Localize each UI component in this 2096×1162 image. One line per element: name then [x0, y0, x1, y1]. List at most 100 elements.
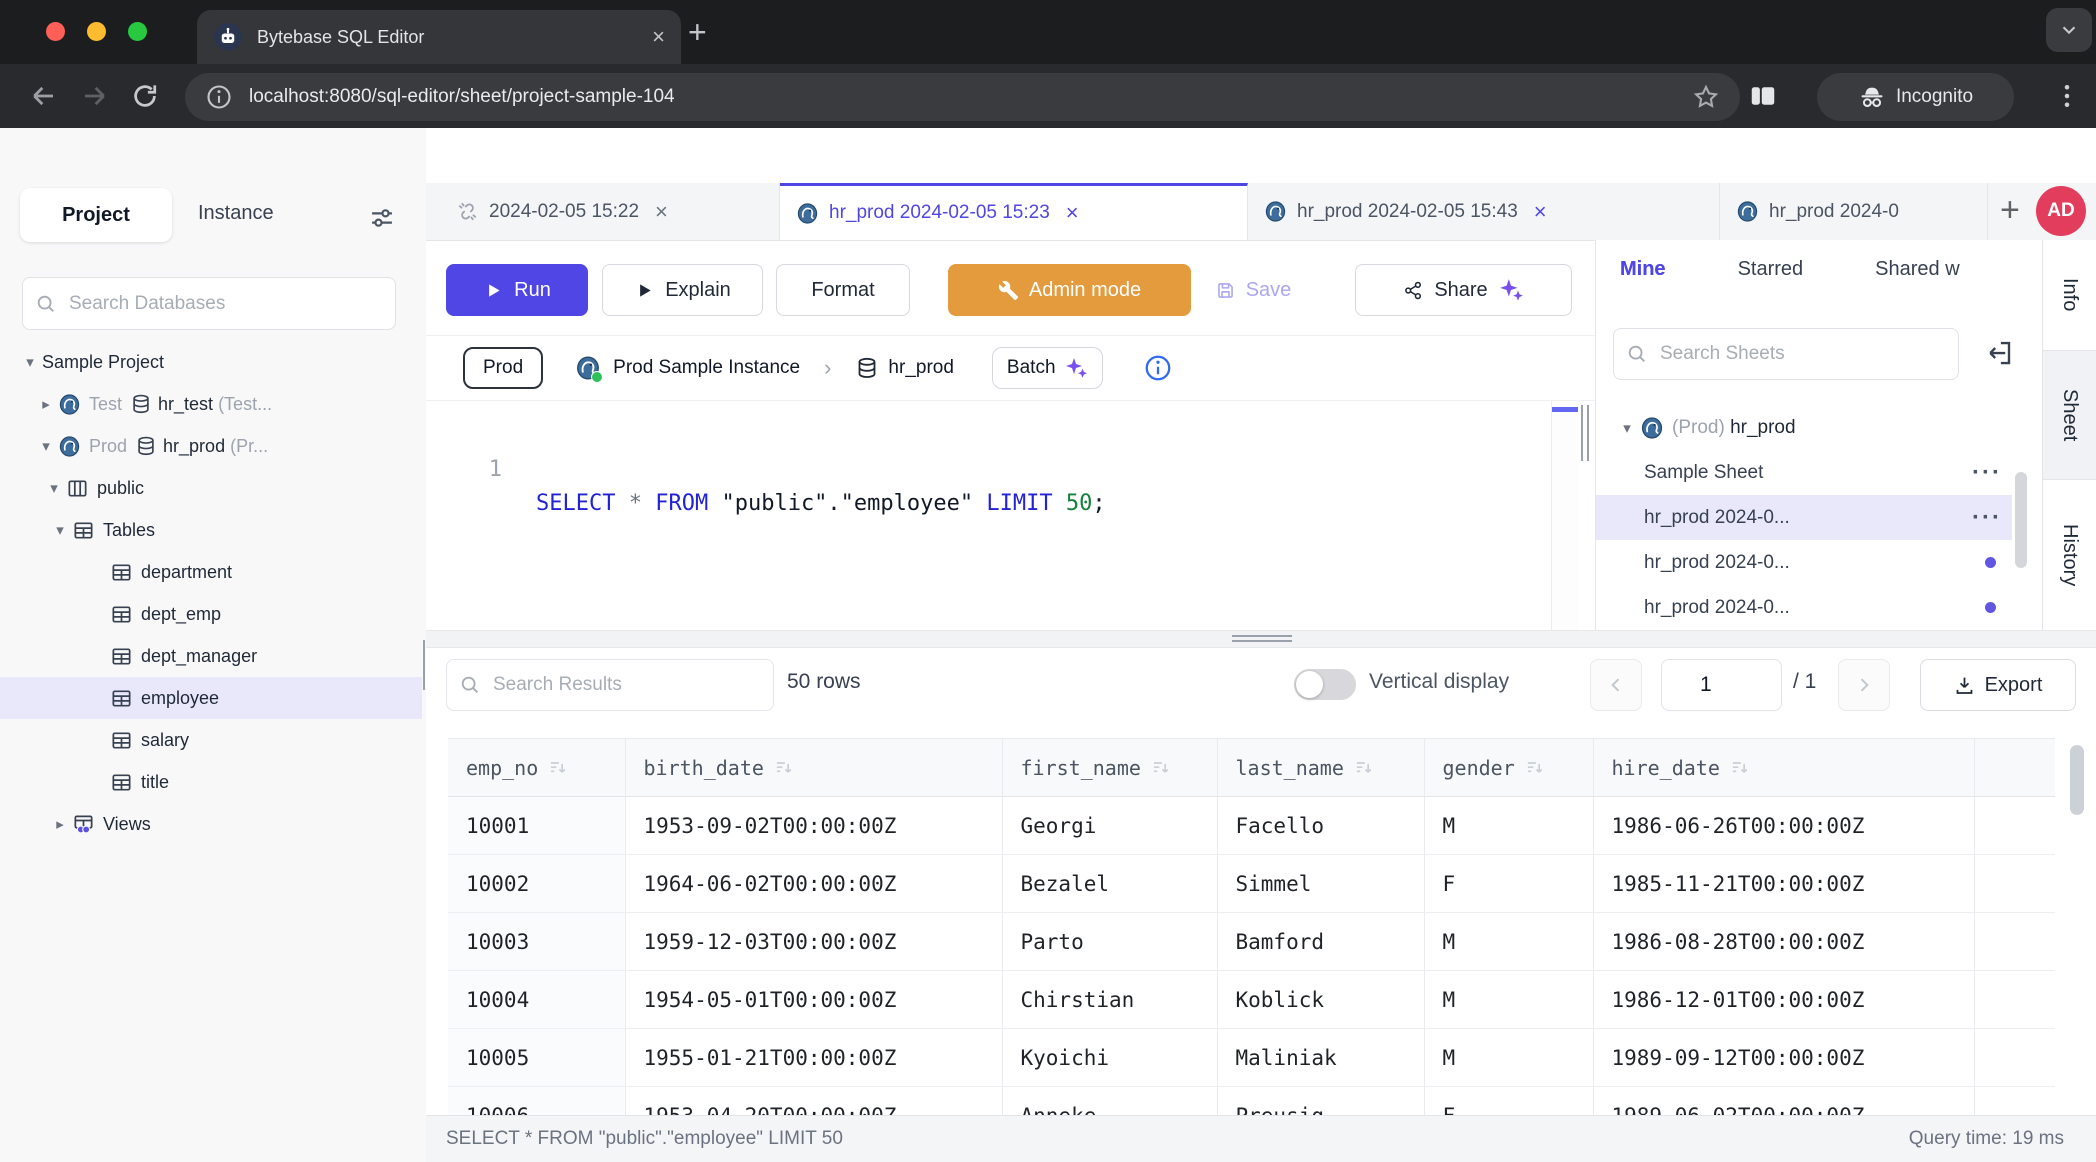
caret-down-icon[interactable]: ▾	[1614, 419, 1640, 437]
column-header-hire-date[interactable]: hire_date	[1593, 739, 1974, 797]
sheet-tab-shared-w[interactable]: Shared w	[1875, 258, 1960, 295]
table-cell[interactable]: Anneke	[1002, 1087, 1217, 1116]
table-cell[interactable]: Maliniak	[1217, 1029, 1424, 1087]
side-tab-info[interactable]: Info	[2043, 240, 2096, 350]
table-cell[interactable]: 1955-01-21T00:00:00Z	[625, 1029, 1002, 1087]
avatar[interactable]: AD	[2036, 186, 2086, 236]
table-cell[interactable]: M	[1424, 797, 1593, 855]
sheet-tab-starred[interactable]: Starred	[1738, 258, 1804, 295]
side-panel-icon[interactable]	[1748, 81, 1778, 111]
table-cell[interactable]: 1989-06-02T00:00:00Z	[1593, 1087, 1974, 1116]
editor-sheet-tab[interactable]: 2024-02-05 15:22 ×	[440, 183, 780, 240]
tree-item-hr-prod[interactable]: ▾ Prod hr_prod (Pr...	[0, 425, 422, 467]
caret-down-icon[interactable]: ▾	[34, 437, 58, 455]
reload-icon[interactable]	[130, 81, 160, 111]
table-cell[interactable]: 1953-09-02T00:00:00Z	[625, 797, 1002, 855]
table-cell[interactable]: M	[1424, 971, 1593, 1029]
explain-button[interactable]: Explain	[602, 264, 763, 316]
column-header-last-name[interactable]: last_name	[1217, 739, 1424, 797]
table-cell[interactable]: Koblick	[1217, 971, 1424, 1029]
tree-item-hr-test[interactable]: ▸ Test hr_test (Test...	[0, 383, 422, 425]
table-cell[interactable]: F	[1424, 1087, 1593, 1116]
window-close-button[interactable]	[46, 22, 65, 41]
results-search[interactable]	[446, 659, 774, 711]
tab-overview-button[interactable]	[2046, 8, 2092, 52]
table-cell[interactable]: Facello	[1217, 797, 1424, 855]
instance-name[interactable]: Prod Sample Instance	[613, 357, 800, 379]
sql-code-editor[interactable]: 1 SELECT * FROM "public"."employee" LIMI…	[426, 400, 1595, 631]
filter-settings-icon[interactable]	[368, 204, 396, 232]
tree-item-views[interactable]: ▸ Views	[0, 803, 422, 845]
table-cell[interactable]: 1953-04-20T00:00:00Z	[625, 1087, 1002, 1116]
tab-project[interactable]: Project	[20, 188, 172, 242]
editor-sheet-tab[interactable]: hr_prod 2024-02-05 15:43 ×	[1248, 183, 1720, 240]
panel-resize-handle[interactable]	[1581, 405, 1589, 461]
page-number-input[interactable]	[1661, 659, 1782, 711]
table-cell[interactable]: M	[1424, 913, 1593, 971]
save-button[interactable]: Save	[1194, 264, 1312, 316]
format-button[interactable]: Format	[776, 264, 910, 316]
share-button[interactable]: Share	[1355, 264, 1572, 316]
database-search[interactable]	[22, 277, 396, 330]
table-cell[interactable]: Chirstian	[1002, 971, 1217, 1029]
column-header-birth-date[interactable]: birth_date	[625, 739, 1002, 797]
tab-instance[interactable]: Instance	[198, 202, 274, 225]
table-cell[interactable]: M	[1424, 1029, 1593, 1087]
results-scrollbar-thumb[interactable]	[2070, 745, 2084, 815]
tree-item-dept-manager[interactable]: dept_manager	[0, 635, 422, 677]
new-sheet-tab-button[interactable]: +	[2000, 191, 2020, 230]
browser-menu-icon[interactable]	[2052, 81, 2082, 111]
table-cell[interactable]: 1986-12-01T00:00:00Z	[1593, 971, 1974, 1029]
search-databases-input[interactable]	[67, 292, 383, 316]
sheet-item-hr-prod-2024-0[interactable]: hr_prod 2024-0...	[1596, 585, 2012, 630]
info-icon[interactable]	[1143, 353, 1173, 383]
table-cell[interactable]: 1964-06-02T00:00:00Z	[625, 855, 1002, 913]
column-header-gender[interactable]: gender	[1424, 739, 1593, 797]
table-cell[interactable]: 10003	[448, 913, 625, 971]
sheet-item-hr-prod-2024-0[interactable]: hr_prod 2024-0... ···	[1596, 495, 2012, 540]
tree-item-public[interactable]: ▾ public	[0, 467, 422, 509]
table-row[interactable]: 100021964-06-02T00:00:00ZBezalelSimmelF1…	[448, 855, 2055, 913]
window-minimize-button[interactable]	[87, 22, 106, 41]
window-zoom-button[interactable]	[128, 22, 147, 41]
table-row[interactable]: 100041954-05-01T00:00:00ZChirstianKoblic…	[448, 971, 2055, 1029]
batch-button[interactable]: Batch	[992, 347, 1103, 389]
column-header-emp-no[interactable]: emp_no	[448, 739, 625, 797]
prev-page-button[interactable]	[1590, 659, 1642, 711]
database-name[interactable]: hr_prod	[888, 357, 954, 379]
sheet-tab-mine[interactable]: Mine	[1620, 258, 1666, 295]
close-icon[interactable]: ×	[655, 199, 668, 225]
import-sheet-icon[interactable]	[1984, 338, 2014, 368]
table-cell[interactable]: Bezalel	[1002, 855, 1217, 913]
next-page-button[interactable]	[1838, 659, 1890, 711]
tree-item-sample-project[interactable]: ▾Sample Project	[0, 341, 422, 383]
tree-item-employee[interactable]: employee	[0, 677, 422, 719]
column-header-first-name[interactable]: first_name	[1002, 739, 1217, 797]
forward-icon[interactable]	[80, 81, 110, 111]
close-icon[interactable]: ×	[1066, 200, 1079, 226]
tree-item-tables[interactable]: ▾ Tables	[0, 509, 422, 551]
side-tab-sheet[interactable]: Sheet	[2043, 350, 2096, 480]
table-cell[interactable]: Preusig	[1217, 1087, 1424, 1116]
back-icon[interactable]	[28, 81, 58, 111]
table-row[interactable]: 100061953-04-20T00:00:00ZAnnekePreusigF1…	[448, 1087, 2055, 1116]
sheet-search[interactable]	[1613, 328, 1959, 380]
table-cell[interactable]: Kyoichi	[1002, 1029, 1217, 1087]
sheet-item-hr-prod-2024-0[interactable]: hr_prod 2024-0...	[1596, 540, 2012, 585]
caret-down-icon[interactable]: ▾	[18, 353, 42, 371]
table-cell[interactable]: 1985-11-21T00:00:00Z	[1593, 855, 1974, 913]
browser-tab[interactable]: Bytebase SQL Editor ×	[197, 10, 681, 64]
admin-mode-button[interactable]: Admin mode	[948, 264, 1191, 316]
tree-item-salary[interactable]: salary	[0, 719, 422, 761]
tree-item-title[interactable]: title	[0, 761, 422, 803]
table-cell[interactable]: F	[1424, 855, 1593, 913]
editor-sheet-tab[interactable]: hr_prod 2024-02-05 15:23 ×	[780, 183, 1248, 240]
more-options-icon[interactable]: ···	[1972, 504, 2002, 532]
table-cell[interactable]: Georgi	[1002, 797, 1217, 855]
sheet-item-sample-sheet[interactable]: Sample Sheet ···	[1596, 450, 2012, 495]
table-cell[interactable]: 10002	[448, 855, 625, 913]
table-cell[interactable]: Parto	[1002, 913, 1217, 971]
table-row[interactable]: 100051955-01-21T00:00:00ZKyoichiMaliniak…	[448, 1029, 2055, 1087]
caret-right-icon[interactable]: ▸	[34, 395, 58, 413]
caret-down-icon[interactable]: ▾	[48, 521, 72, 539]
